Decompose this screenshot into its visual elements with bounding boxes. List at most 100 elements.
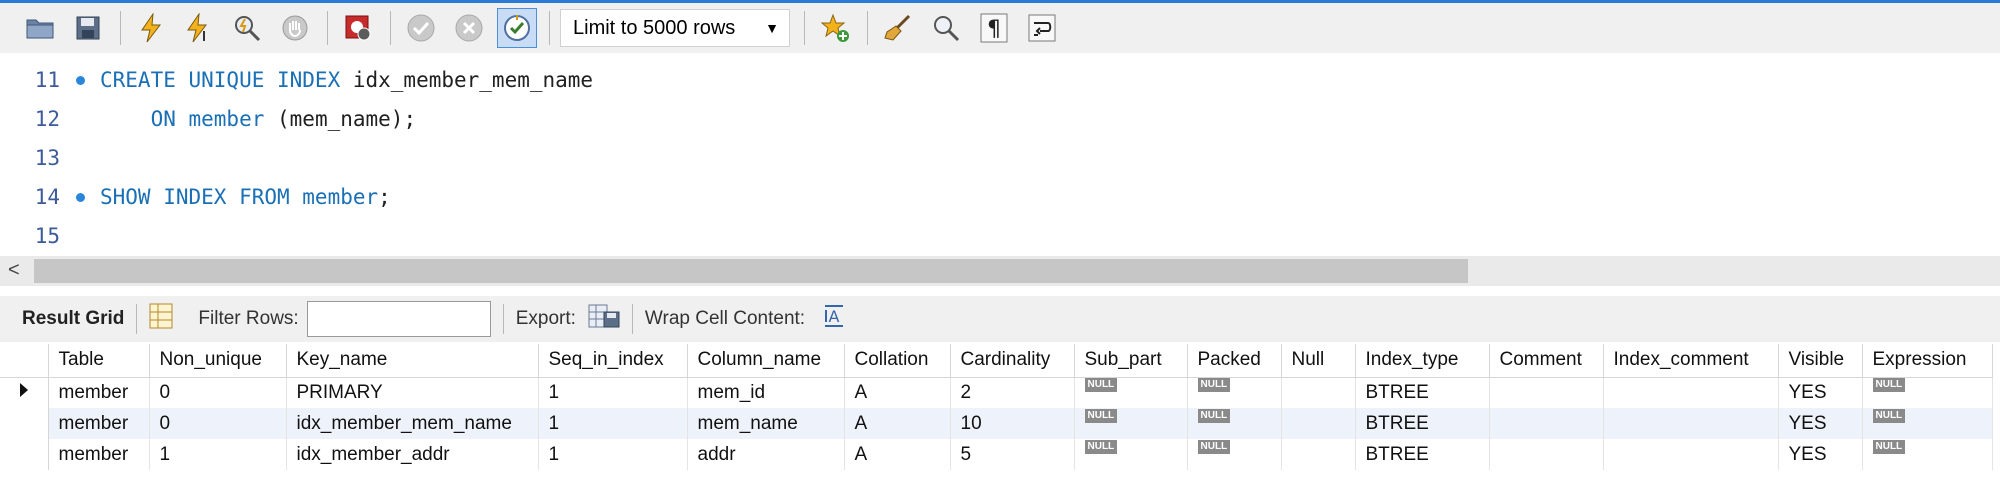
- commit-icon[interactable]: [401, 8, 441, 48]
- cell-expression[interactable]: NULL: [1862, 408, 1993, 439]
- column-header-index-comment[interactable]: Index_comment: [1603, 344, 1779, 378]
- explain-icon[interactable]: [227, 8, 267, 48]
- scroll-left-icon[interactable]: <: [8, 259, 20, 282]
- column-header-column-name[interactable]: Column_name: [687, 344, 845, 378]
- cell-comment[interactable]: [1489, 439, 1604, 470]
- cell-comment[interactable]: [1489, 408, 1604, 439]
- cell-sub-part[interactable]: NULL: [1074, 439, 1188, 470]
- row-header[interactable]: [0, 377, 49, 408]
- column-header-packed[interactable]: Packed: [1187, 344, 1282, 378]
- editor-line[interactable]: 11 CREATE UNIQUE INDEX idx_member_mem_nam…: [0, 61, 2000, 99]
- cell-null[interactable]: [1281, 408, 1356, 439]
- scrollbar-thumb[interactable]: [34, 259, 1468, 283]
- invisible-chars-icon[interactable]: ¶: [974, 8, 1014, 48]
- column-header-key-name[interactable]: Key_name: [286, 344, 539, 378]
- toolbar-separator: [549, 11, 550, 45]
- cell-visible[interactable]: YES: [1778, 377, 1863, 408]
- cell-index-comment[interactable]: [1603, 408, 1779, 439]
- editor-line[interactable]: 12 ON member (mem_name);: [0, 100, 2000, 138]
- cell-table[interactable]: member: [48, 408, 150, 439]
- sql-editor[interactable]: 11 CREATE UNIQUE INDEX idx_member_mem_nam…: [0, 53, 2000, 256]
- line-number: 12: [34, 107, 60, 131]
- table-row[interactable]: member 0 idx_member_mem_name 1 mem_name A 10 NU…: [0, 408, 1993, 439]
- column-header-table[interactable]: Table: [48, 344, 150, 378]
- column-header-collation[interactable]: Collation: [844, 344, 951, 378]
- cell-collation[interactable]: A: [844, 408, 951, 439]
- cell-packed[interactable]: NULL: [1187, 408, 1282, 439]
- find-icon[interactable]: [926, 8, 966, 48]
- autocommit-icon[interactable]: [497, 8, 537, 48]
- editor-line[interactable]: 14 SHOW INDEX FROM member;: [0, 178, 2000, 216]
- column-header-cardinality[interactable]: Cardinality: [950, 344, 1075, 378]
- cell-index-type[interactable]: BTREE: [1355, 439, 1490, 470]
- grid-view-icon[interactable]: [149, 303, 173, 335]
- cell-non-unique[interactable]: 0: [149, 377, 287, 408]
- column-header-null[interactable]: Null: [1281, 344, 1356, 378]
- table-row[interactable]: member 0 PRIMARY 1 mem_id A 2 NULL NULL BTREE YES N…: [0, 377, 1993, 408]
- column-header-seq-in-index[interactable]: Seq_in_index: [538, 344, 688, 378]
- cell-non-unique[interactable]: 0: [149, 408, 287, 439]
- cell-comment[interactable]: [1489, 377, 1604, 408]
- cell-column-name[interactable]: mem_name: [687, 408, 845, 439]
- cell-index-comment[interactable]: [1603, 377, 1779, 408]
- save-icon[interactable]: [68, 8, 108, 48]
- cell-visible[interactable]: YES: [1778, 408, 1863, 439]
- row-header[interactable]: [0, 439, 49, 470]
- cell-null[interactable]: [1281, 439, 1356, 470]
- cell-index-comment[interactable]: [1603, 439, 1779, 470]
- result-grid-label[interactable]: Result Grid: [22, 308, 124, 330]
- editor-horizontal-scrollbar[interactable]: <: [0, 256, 2000, 286]
- cell-packed[interactable]: NULL: [1187, 439, 1282, 470]
- column-header-index-type[interactable]: Index_type: [1355, 344, 1490, 378]
- stop-icon[interactable]: [275, 8, 315, 48]
- editor-line[interactable]: 15: [0, 217, 2000, 255]
- cell-key-name[interactable]: idx_member_mem_name: [286, 408, 539, 439]
- column-header-non-unique[interactable]: Non_unique: [149, 344, 287, 378]
- cell-index-type[interactable]: BTREE: [1355, 377, 1490, 408]
- table-row[interactable]: member 1 idx_member_addr 1 addr A 5 NULL NULL BTR…: [0, 439, 1993, 470]
- execute-current-icon[interactable]: [179, 8, 219, 48]
- sql-text: idx_member_mem_name: [340, 68, 594, 92]
- cell-column-name[interactable]: addr: [687, 439, 845, 470]
- cell-index-type[interactable]: BTREE: [1355, 408, 1490, 439]
- cell-sub-part[interactable]: NULL: [1074, 377, 1188, 408]
- cell-visible[interactable]: YES: [1778, 439, 1863, 470]
- cell-non-unique[interactable]: 1: [149, 439, 287, 470]
- column-header-sub-part[interactable]: Sub_part: [1074, 344, 1188, 378]
- cell-expression[interactable]: NULL: [1862, 377, 1993, 408]
- cell-null[interactable]: [1281, 377, 1356, 408]
- toggle-error-icon[interactable]: [338, 8, 378, 48]
- cell-expression[interactable]: NULL: [1862, 439, 1993, 470]
- export-icon[interactable]: [588, 302, 620, 336]
- limit-rows-select[interactable]: Limit to 5000 rows ▼: [560, 9, 790, 47]
- add-snippet-icon[interactable]: [815, 8, 855, 48]
- wrap-lines-icon[interactable]: [1022, 8, 1062, 48]
- cell-packed[interactable]: NULL: [1187, 377, 1282, 408]
- cell-table[interactable]: member: [48, 439, 150, 470]
- cell-cardinality[interactable]: 10: [950, 408, 1075, 439]
- cell-cardinality[interactable]: 5: [950, 439, 1075, 470]
- beautify-icon[interactable]: [878, 8, 918, 48]
- rollback-icon[interactable]: [449, 8, 489, 48]
- column-header-comment[interactable]: Comment: [1489, 344, 1604, 378]
- execute-icon[interactable]: [131, 8, 171, 48]
- cell-seq-in-index[interactable]: 1: [538, 408, 688, 439]
- filter-rows-input[interactable]: [306, 301, 491, 337]
- cell-cardinality[interactable]: 2: [950, 377, 1075, 408]
- cell-column-name[interactable]: mem_id: [687, 377, 845, 408]
- column-header-visible[interactable]: Visible: [1778, 344, 1863, 378]
- editor-line[interactable]: 13: [0, 139, 2000, 177]
- cell-seq-in-index[interactable]: 1: [538, 377, 688, 408]
- cell-collation[interactable]: A: [844, 377, 951, 408]
- column-header-expression[interactable]: Expression: [1862, 344, 1993, 378]
- cell-table[interactable]: member: [48, 377, 150, 408]
- cell-key-name[interactable]: PRIMARY: [286, 377, 539, 408]
- cell-seq-in-index[interactable]: 1: [538, 439, 688, 470]
- wrap-cell-icon[interactable]: A: [823, 304, 845, 334]
- cell-collation[interactable]: A: [844, 439, 951, 470]
- result-grid[interactable]: Table Non_unique Key_name Seq_in_index Colum…: [0, 344, 2000, 492]
- open-folder-icon[interactable]: [20, 8, 60, 48]
- row-header[interactable]: [0, 408, 49, 439]
- cell-key-name[interactable]: idx_member_addr: [286, 439, 539, 470]
- cell-sub-part[interactable]: NULL: [1074, 408, 1188, 439]
